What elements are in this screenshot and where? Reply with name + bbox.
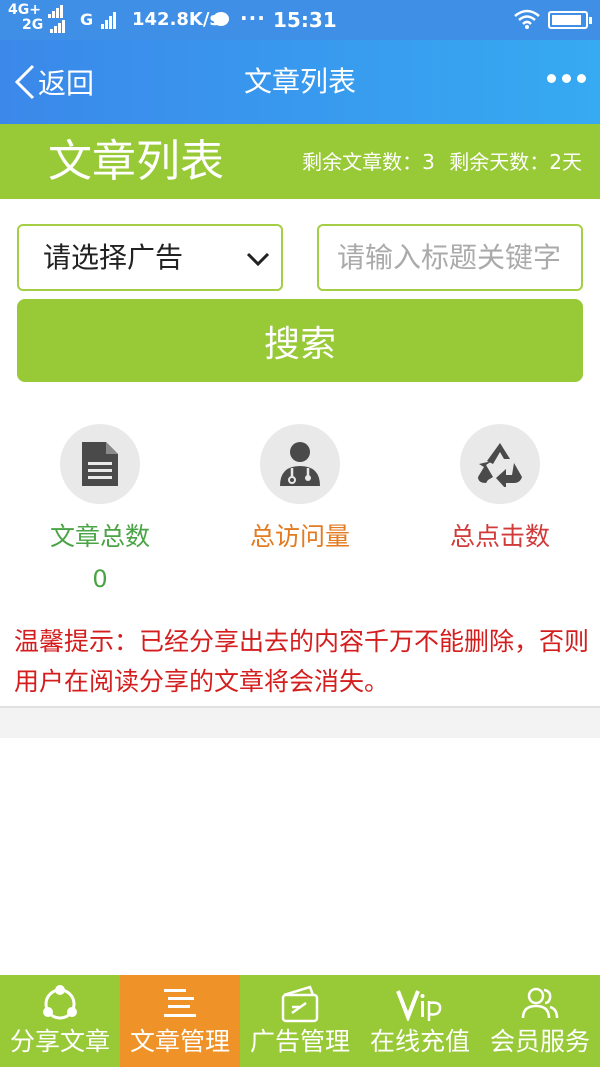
stat-label: 总点击数 — [449, 522, 550, 551]
network-g: G — [80, 10, 117, 29]
battery-icon — [548, 11, 592, 29]
tab-label: 分享文章 — [9, 1027, 110, 1056]
tab-label: 广告管理 — [249, 1027, 350, 1056]
stat-total-clicks[interactable]: 总点击数 — [400, 424, 600, 564]
signal-icon — [47, 3, 64, 18]
wifi-icon — [514, 9, 540, 29]
document-icon — [60, 424, 140, 504]
stat-total-visits[interactable]: 总访问量 — [200, 424, 400, 564]
status-bar: 4G+ 2G G 142.8K/s ··· 15:31 — [0, 0, 600, 40]
remaining-articles: 剩余文章数：3 — [302, 150, 435, 174]
doctor-icon — [260, 424, 340, 504]
tab-online-recharge[interactable]: 在线充值 — [360, 975, 480, 1067]
nav-title: 文章列表 — [243, 65, 356, 98]
remaining-days: 剩余天数：2天 — [449, 150, 582, 174]
more-notifications-icon: ··· — [240, 6, 266, 30]
tab-member-service[interactable]: 会员服务 — [480, 975, 600, 1067]
stat-value: 0 — [92, 565, 108, 593]
tab-share-article[interactable]: 分享文章 — [0, 975, 120, 1067]
list-divider — [0, 706, 600, 738]
keyword-input[interactable] — [317, 224, 583, 291]
battery-level — [552, 15, 582, 25]
share-icon — [43, 985, 77, 1020]
stat-label: 文章总数 — [49, 522, 150, 551]
tab-label: 会员服务 — [489, 1027, 590, 1056]
network-speed: 142.8K/s — [132, 9, 221, 30]
remaining-quota: 剩余文章数：3 剩余天数：2天 — [294, 148, 582, 176]
clock: 15:31 — [273, 8, 337, 32]
tab-label: 文章管理 — [129, 1027, 230, 1056]
g-label: G — [80, 10, 94, 29]
nav-bar: 返回 文章列表 — [0, 40, 600, 124]
tab-article-management[interactable]: 文章管理 — [120, 975, 240, 1067]
stat-article-total[interactable]: 文章总数 0 — [0, 424, 200, 594]
warm-tip: 温馨提示：已经分享出去的内容千万不能删除，否则用户在阅读分享的文章将会消失。 — [14, 627, 590, 696]
network-2g: 2G — [22, 17, 44, 33]
chat-bubble-icon — [213, 12, 229, 26]
list-icon — [164, 989, 196, 1017]
network-4g: 4G+ — [8, 2, 41, 18]
members-icon — [521, 987, 559, 1019]
chevron-down-icon — [246, 252, 270, 267]
network-indicator: 4G+ 2G — [8, 3, 66, 33]
search-button[interactable]: 搜索 — [17, 299, 583, 382]
tab-ad-management[interactable]: 广告管理 — [240, 975, 360, 1067]
recycle-icon — [460, 424, 540, 504]
ad-select[interactable]: 请选择广告 — [17, 224, 283, 291]
stat-label: 总访问量 — [249, 522, 350, 551]
bottom-tab-bar: 分享文章 文章管理 广告管理 在线充值 会员服务 — [0, 975, 600, 1067]
more-dots-icon[interactable] — [547, 74, 586, 83]
ad-card-icon — [281, 985, 319, 1023]
page-header: 文章列表 剩余文章数：3 剩余天数：2天 — [0, 124, 600, 199]
page-title: 文章列表 — [48, 136, 224, 187]
signal-icon — [100, 10, 117, 29]
vip-icon — [396, 990, 442, 1021]
ad-select-value: 请选择广告 — [43, 241, 184, 274]
signal-icon — [50, 18, 66, 33]
tab-label: 在线充值 — [369, 1027, 470, 1056]
